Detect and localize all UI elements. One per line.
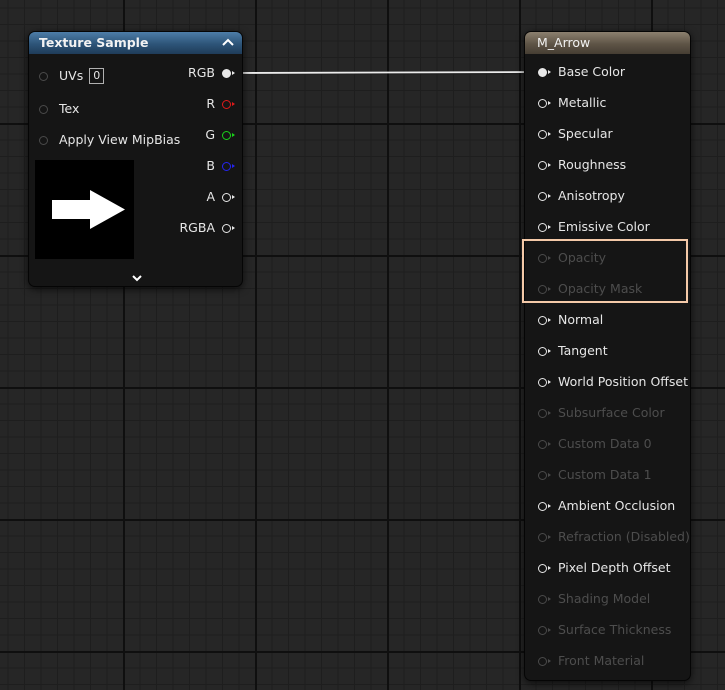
input-pin-surface-thickness[interactable]: Surface Thickness bbox=[538, 620, 671, 640]
custom-data-0-label: Custom Data 0 bbox=[558, 436, 652, 451]
front-material-label: Front Material bbox=[558, 653, 645, 668]
input-pin-emissive-color[interactable]: Emissive Color bbox=[538, 217, 650, 237]
refraction-disabled-pin-icon[interactable] bbox=[538, 532, 551, 542]
normal-label: Normal bbox=[558, 312, 604, 327]
input-pin-shading-model[interactable]: Shading Model bbox=[538, 589, 650, 609]
emissive-color-label: Emissive Color bbox=[558, 219, 650, 234]
opacity-pin-icon[interactable] bbox=[538, 253, 551, 263]
output-pin-b[interactable]: B bbox=[206, 156, 235, 176]
tex-pin-icon[interactable] bbox=[39, 104, 48, 114]
material-result-node[interactable]: M_Arrow Base Color Metallic Specular Roughn… bbox=[524, 31, 691, 681]
uvs-pin-icon[interactable] bbox=[39, 71, 48, 81]
ambient-occlusion-label: Ambient Occlusion bbox=[558, 498, 676, 513]
rgba-pin-icon[interactable] bbox=[222, 223, 235, 233]
surface-thickness-label: Surface Thickness bbox=[558, 622, 672, 637]
r-label: R bbox=[206, 96, 215, 111]
rgb-label: RGB bbox=[188, 65, 215, 80]
opacity-mask-label: Opacity Mask bbox=[558, 281, 643, 296]
uvs-label: UVs bbox=[59, 68, 84, 83]
b-pin-icon[interactable] bbox=[222, 161, 235, 171]
output-pin-a[interactable]: A bbox=[206, 187, 235, 207]
input-pin-custom-data-0[interactable]: Custom Data 0 bbox=[538, 434, 652, 454]
metallic-pin-icon[interactable] bbox=[538, 98, 551, 108]
input-pin-apply-view-mipbias[interactable]: Apply View MipBias bbox=[39, 130, 180, 150]
input-pin-ambient-occlusion[interactable]: Ambient Occlusion bbox=[538, 496, 675, 516]
input-pin-opacity[interactable]: Opacity bbox=[538, 248, 606, 268]
material-node-title: M_Arrow bbox=[537, 35, 591, 50]
input-pin-world-position-offset[interactable]: World Position Offset bbox=[538, 372, 688, 392]
input-pin-anisotropy[interactable]: Anisotropy bbox=[538, 186, 625, 206]
subsurface-color-label: Subsurface Color bbox=[558, 405, 665, 420]
input-pin-pixel-depth-offset[interactable]: Pixel Depth Offset bbox=[538, 558, 671, 578]
ambient-occlusion-pin-icon[interactable] bbox=[538, 501, 551, 511]
shading-model-pin-icon[interactable] bbox=[538, 594, 551, 604]
a-label: A bbox=[206, 189, 215, 204]
opacity-mask-pin-icon[interactable] bbox=[538, 284, 551, 294]
input-pin-subsurface-color[interactable]: Subsurface Color bbox=[538, 403, 665, 423]
uvs-value-field[interactable]: 0 bbox=[89, 68, 105, 84]
shading-model-label: Shading Model bbox=[558, 591, 651, 606]
mipbias-label: Apply View MipBias bbox=[59, 132, 181, 147]
b-label: B bbox=[206, 158, 215, 173]
input-pin-opacity-mask[interactable]: Opacity Mask bbox=[538, 279, 642, 299]
tex-label: Tex bbox=[59, 101, 80, 116]
material-node-header[interactable]: M_Arrow bbox=[525, 32, 690, 54]
rgb-pin-icon[interactable] bbox=[222, 68, 235, 78]
roughness-pin-icon[interactable] bbox=[538, 160, 551, 170]
texture-sample-node[interactable]: Texture Sample UVs 0 Tex Apply View MipB… bbox=[28, 31, 243, 287]
output-pin-rgba[interactable]: RGBA bbox=[179, 218, 235, 238]
input-pin-metallic[interactable]: Metallic bbox=[538, 93, 606, 113]
tangent-pin-icon[interactable] bbox=[538, 346, 551, 356]
arrow-right-icon bbox=[52, 190, 125, 229]
input-pin-base-color[interactable]: Base Color bbox=[538, 62, 625, 82]
output-pin-rgb[interactable]: RGB bbox=[188, 63, 235, 83]
texture-sample-header[interactable]: Texture Sample bbox=[29, 32, 242, 54]
input-pin-refraction-disabled[interactable]: Refraction (Disabled) bbox=[538, 527, 690, 547]
opacity-label: Opacity bbox=[558, 250, 607, 265]
custom-data-0-pin-icon[interactable] bbox=[538, 439, 551, 449]
specular-pin-icon[interactable] bbox=[538, 129, 551, 139]
chevron-up-icon[interactable] bbox=[221, 33, 235, 51]
rgba-label: RGBA bbox=[179, 220, 216, 235]
output-pin-r[interactable]: R bbox=[206, 94, 235, 114]
pixel-depth-offset-label: Pixel Depth Offset bbox=[558, 560, 671, 575]
specular-label: Specular bbox=[558, 126, 613, 141]
tangent-label: Tangent bbox=[558, 343, 608, 358]
input-pin-roughness[interactable]: Roughness bbox=[538, 155, 626, 175]
chevron-down-icon[interactable] bbox=[129, 270, 145, 284]
input-pin-custom-data-1[interactable]: Custom Data 1 bbox=[538, 465, 652, 485]
custom-data-1-label: Custom Data 1 bbox=[558, 467, 652, 482]
subsurface-color-pin-icon[interactable] bbox=[538, 408, 551, 418]
input-pin-tex[interactable]: Tex bbox=[39, 99, 79, 119]
output-pin-g[interactable]: G bbox=[205, 125, 235, 145]
input-pin-tangent[interactable]: Tangent bbox=[538, 341, 608, 361]
input-pin-uvs[interactable]: UVs 0 bbox=[39, 66, 105, 86]
world-position-offset-label: World Position Offset bbox=[558, 374, 688, 389]
a-pin-icon[interactable] bbox=[222, 192, 235, 202]
anisotropy-label: Anisotropy bbox=[558, 188, 625, 203]
emissive-color-pin-icon[interactable] bbox=[538, 222, 551, 232]
anisotropy-pin-icon[interactable] bbox=[538, 191, 551, 201]
roughness-label: Roughness bbox=[558, 157, 627, 172]
r-pin-icon[interactable] bbox=[222, 99, 235, 109]
metallic-label: Metallic bbox=[558, 95, 607, 110]
g-label: G bbox=[205, 127, 215, 142]
front-material-pin-icon[interactable] bbox=[538, 656, 551, 666]
custom-data-1-pin-icon[interactable] bbox=[538, 470, 551, 480]
mipbias-pin-icon[interactable] bbox=[39, 135, 48, 145]
texture-preview bbox=[35, 160, 134, 259]
world-position-offset-pin-icon[interactable] bbox=[538, 377, 551, 387]
base-color-pin-icon[interactable] bbox=[538, 67, 551, 77]
texture-sample-title: Texture Sample bbox=[39, 35, 149, 50]
normal-pin-icon[interactable] bbox=[538, 315, 551, 325]
refraction-disabled-label: Refraction (Disabled) bbox=[558, 529, 690, 544]
surface-thickness-pin-icon[interactable] bbox=[538, 625, 551, 635]
input-pin-specular[interactable]: Specular bbox=[538, 124, 613, 144]
input-pin-normal[interactable]: Normal bbox=[538, 310, 603, 330]
g-pin-icon[interactable] bbox=[222, 130, 235, 140]
base-color-label: Base Color bbox=[558, 64, 626, 79]
input-pin-front-material[interactable]: Front Material bbox=[538, 651, 644, 671]
pixel-depth-offset-pin-icon[interactable] bbox=[538, 563, 551, 573]
